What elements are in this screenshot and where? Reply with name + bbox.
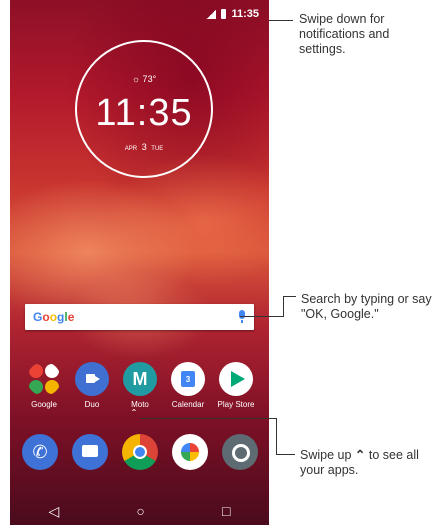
phone-screen: 11:35 ☼ 73° 11:35 APR 3 TUE Google Googl… xyxy=(10,0,269,525)
google-search-bar[interactable]: Google xyxy=(25,304,254,330)
app-row: Google Duo M Moto 3 Calendar Play Store xyxy=(20,362,260,409)
duo-icon xyxy=(75,362,109,396)
moto-icon: M xyxy=(123,362,157,396)
mic-icon[interactable] xyxy=(239,310,245,323)
phone-icon[interactable]: ✆ xyxy=(22,434,58,470)
clock-date: APR 3 TUE xyxy=(77,142,211,152)
callout-line xyxy=(276,418,277,455)
callout-line xyxy=(283,296,284,317)
app-label: Play Store xyxy=(217,400,255,409)
nav-bar: ◁ ○ □ xyxy=(10,497,269,525)
play-store-icon xyxy=(219,362,253,396)
weather-text: ☼ 73° xyxy=(131,74,157,84)
callout-line xyxy=(283,296,296,297)
app-play-store[interactable]: Play Store xyxy=(212,362,260,409)
signal-icon xyxy=(206,9,217,19)
dock: ✆ xyxy=(22,434,258,470)
app-label: Duo xyxy=(84,400,100,409)
calendar-icon: 3 xyxy=(171,362,205,396)
app-moto[interactable]: M Moto xyxy=(116,362,164,409)
app-label: Google xyxy=(31,400,57,409)
status-time: 11:35 xyxy=(231,8,259,20)
chevron-up-icon: ⌃ xyxy=(354,448,366,462)
google-folder-icon xyxy=(27,362,61,396)
recents-button[interactable]: □ xyxy=(222,503,230,519)
app-label: Calendar xyxy=(171,400,205,409)
clock-month: APR xyxy=(124,146,138,152)
messages-icon[interactable] xyxy=(72,434,108,470)
battery-icon xyxy=(221,9,227,19)
callout-line xyxy=(240,316,283,317)
app-duo[interactable]: Duo xyxy=(68,362,116,409)
status-bar[interactable]: 11:35 xyxy=(206,8,259,20)
clock-time: 11:35 xyxy=(95,92,193,134)
callout-line xyxy=(140,418,276,419)
callout-line xyxy=(276,454,295,455)
app-calendar[interactable]: 3 Calendar xyxy=(164,362,212,409)
callout-notifications: Swipe down for notifications and setting… xyxy=(299,12,390,56)
home-button[interactable]: ○ xyxy=(136,503,144,519)
callout-all-apps: Swipe up ⌃ to see all your apps. xyxy=(300,448,419,477)
google-logo: Google xyxy=(33,310,75,324)
callout-search: Search by typing or say "OK, Google." xyxy=(301,292,432,321)
clock-widget[interactable]: ☼ 73° 11:35 APR 3 TUE xyxy=(75,40,213,178)
photos-icon[interactable] xyxy=(172,434,208,470)
clock-weekday: TUE xyxy=(151,146,164,152)
chevron-up-icon[interactable]: ˆ xyxy=(132,407,136,421)
callout-line xyxy=(269,20,293,21)
clock-day: 3 xyxy=(141,142,147,152)
camera-icon[interactable] xyxy=(222,434,258,470)
app-google[interactable]: Google xyxy=(20,362,68,409)
back-button[interactable]: ◁ xyxy=(49,503,60,520)
app-label: Moto xyxy=(131,400,149,409)
chrome-icon[interactable] xyxy=(122,434,158,470)
